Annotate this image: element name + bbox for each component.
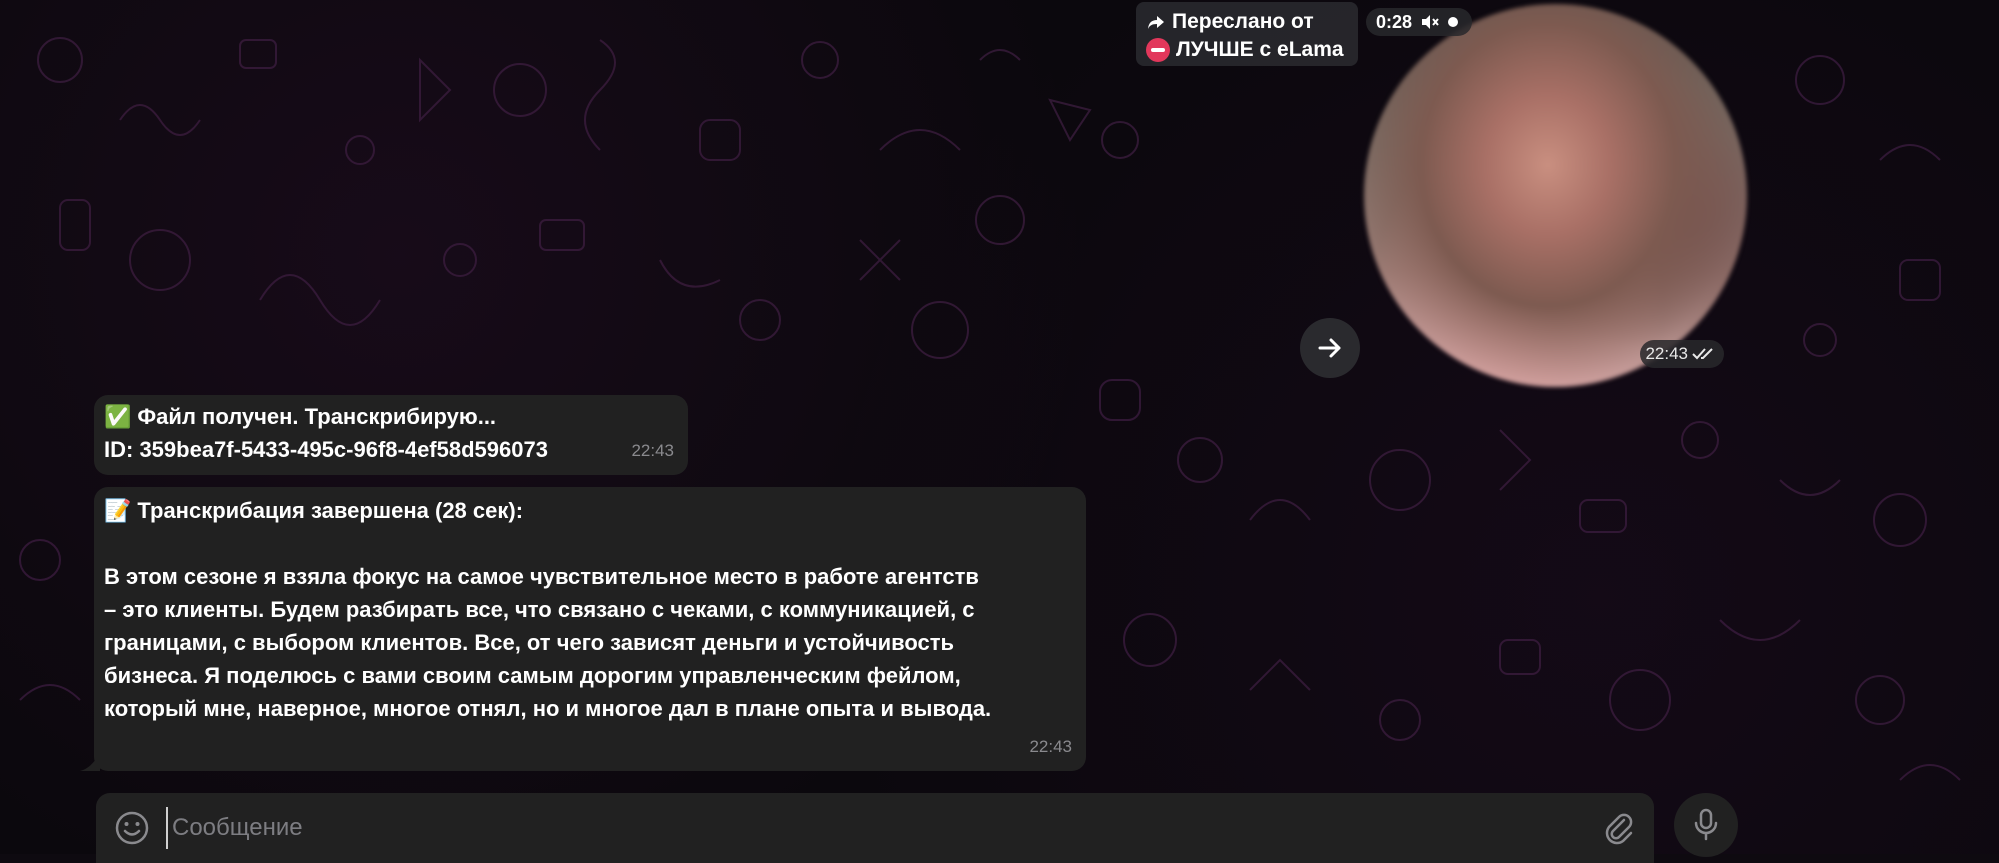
transcription-line: В этом сезоне я взяла фокус на самое чув… xyxy=(104,564,979,589)
message-heading: Транскрибация завершена (28 сек): xyxy=(137,498,524,523)
message-heading-row: 📝 Транскрибация завершена (28 сек): xyxy=(104,494,1074,527)
message-time: 22:43 xyxy=(631,441,674,460)
microphone-button[interactable] xyxy=(1674,793,1738,857)
message-text: Файл получен. Транскрибирую... xyxy=(137,404,497,429)
video-time-badge: 22:43 xyxy=(1640,340,1724,368)
message-composer xyxy=(96,793,1654,863)
message-line: ✅ Файл получен. Транскрибирую... xyxy=(104,400,676,433)
transcription-line: границами, с выбором клиентов. Все, от ч… xyxy=(104,630,955,655)
transcription-line: – это клиенты. Будем разбирать все, что … xyxy=(104,597,975,622)
check-mark-emoji: ✅ xyxy=(104,404,132,429)
channel-avatar[interactable] xyxy=(1146,38,1170,62)
bubble-tail xyxy=(80,753,100,771)
smiley-icon[interactable] xyxy=(114,810,150,846)
forwarded-header[interactable]: Переслано от ЛУЧШЕ с eLama xyxy=(1136,2,1358,66)
message-line: ID: 359bea7f-5433-495c-96f8-4ef58d596073 xyxy=(104,433,676,466)
microphone-icon xyxy=(1694,808,1718,841)
forwarded-label: Переслано от xyxy=(1172,10,1314,33)
double-check-icon xyxy=(1692,348,1713,360)
video-duration-badge[interactable]: 0:28 xyxy=(1366,8,1472,36)
message-transcription[interactable]: 📝 Транскрибация завершена (28 сек): В эт… xyxy=(94,487,1086,771)
message-time: 22:43 xyxy=(1029,737,1072,756)
transcription-body: В этом сезоне я взяла фокус на самое чув… xyxy=(104,560,1074,725)
paperclip-icon[interactable] xyxy=(1602,811,1636,845)
forwarded-label-row: Переслано от xyxy=(1146,8,1348,36)
forwarded-channel-name[interactable]: ЛУЧШЕ с eLama xyxy=(1176,36,1344,64)
speaker-muted-icon[interactable] xyxy=(1420,14,1440,30)
video-duration: 0:28 xyxy=(1376,11,1413,32)
message-input[interactable] xyxy=(166,807,1602,849)
video-time: 22:43 xyxy=(1645,344,1688,363)
unread-dot xyxy=(1448,17,1459,27)
message-file-received[interactable]: ✅ Файл получен. Транскрибирую... ID: 359… xyxy=(94,395,688,475)
transcription-line: бизнеса. Я поделюсь с вами своим самым д… xyxy=(104,663,961,688)
message-id-text: ID: 359bea7f-5433-495c-96f8-4ef58d596073 xyxy=(104,437,548,462)
round-video-message[interactable] xyxy=(1364,4,1747,387)
transcription-line: который мне, наверное, многое отнял, но … xyxy=(104,696,992,721)
share-button[interactable] xyxy=(1300,318,1360,378)
forward-arrow-icon xyxy=(1148,16,1164,29)
share-arrow-icon xyxy=(1318,338,1341,358)
forwarded-channel-row[interactable]: ЛУЧШЕ с eLama xyxy=(1146,36,1348,64)
memo-emoji: 📝 xyxy=(104,498,132,523)
